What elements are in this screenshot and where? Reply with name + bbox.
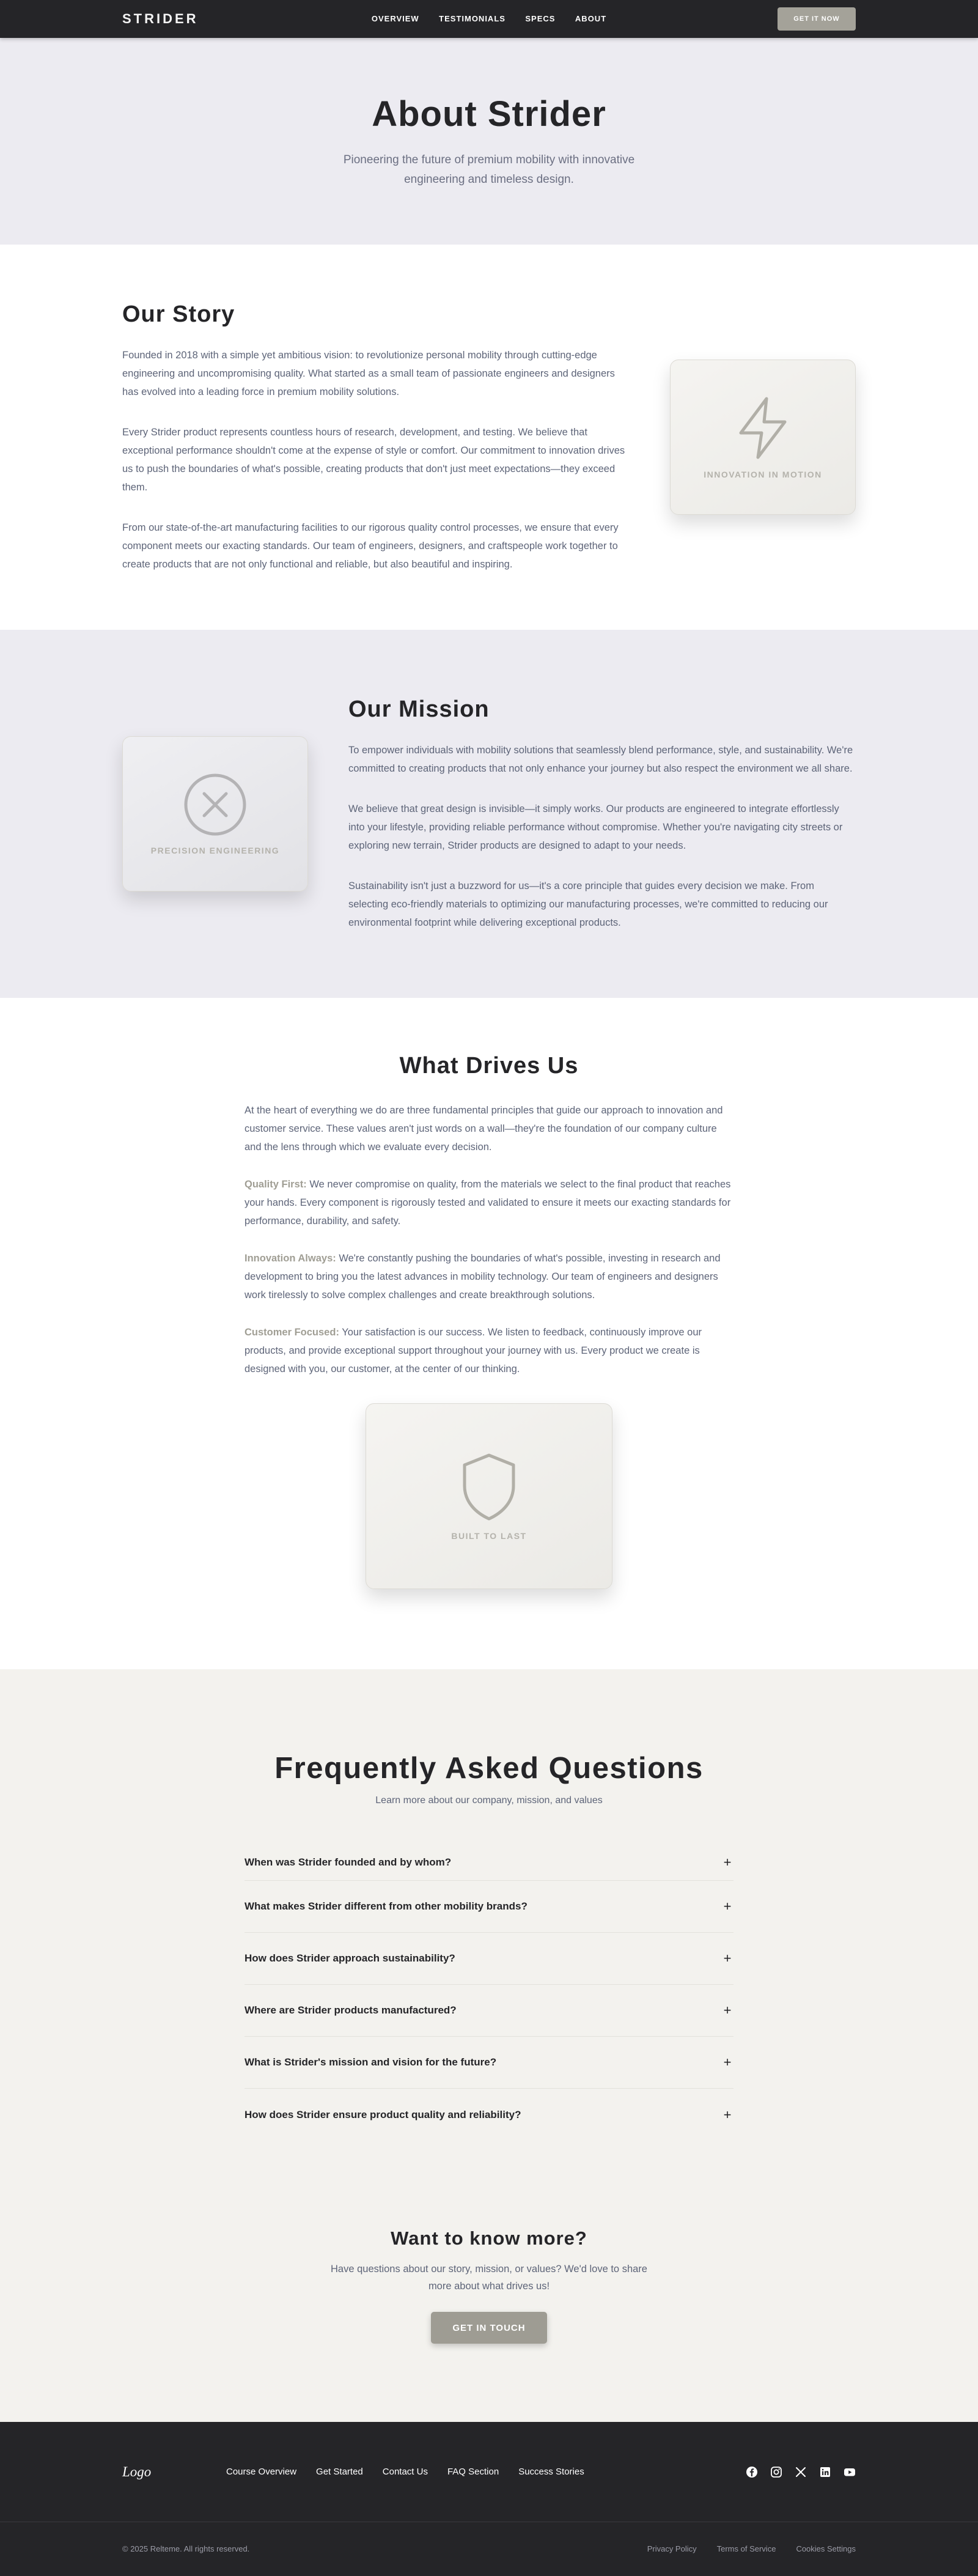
- faq-question: What is Strider's mission and vision for…: [244, 2056, 497, 2068]
- story-title: Our Story: [122, 301, 235, 327]
- footer-link-success-stories[interactable]: Success Stories: [518, 2467, 584, 2477]
- principle-customer: Customer Focused: Your satisfaction is o…: [244, 1323, 734, 1378]
- linkedin-icon[interactable]: [819, 2466, 831, 2478]
- nav-link-testimonials[interactable]: TESTIMONIALS: [439, 14, 506, 23]
- story-paragraph: Founded in 2018 with a simple yet ambiti…: [122, 349, 615, 397]
- faq-item[interactable]: What is Strider's mission and vision for…: [244, 2037, 734, 2089]
- footer-link-faq-section[interactable]: FAQ Section: [447, 2467, 499, 2477]
- faq-question: What makes Strider different from other …: [244, 1900, 528, 1912]
- footer-links: Course Overview Get Started Contact Us F…: [226, 2467, 584, 2477]
- copyright-text: © 2025 Relteme. All rights reserved.: [122, 2544, 250, 2553]
- faq-subtitle: Learn more about our company, mission, a…: [375, 1795, 603, 1806]
- contact-cta-block: Want to know more? Have questions about …: [324, 2227, 654, 2344]
- faq-item[interactable]: What makes Strider different from other …: [244, 1881, 734, 1933]
- faq-item[interactable]: How does Strider approach sustainability…: [244, 1933, 734, 1985]
- drives-body: At the heart of everything we do are thr…: [244, 1101, 734, 1397]
- faq-item[interactable]: Where are Strider products manufactured?…: [244, 1985, 734, 2037]
- x-icon[interactable]: [795, 2466, 807, 2478]
- drives-intro: At the heart of everything we do are thr…: [244, 1105, 723, 1153]
- cta-text: Have questions about our story, mission,…: [331, 2264, 647, 2292]
- drives-title: What Drives Us: [399, 1053, 579, 1079]
- story-text: Our Story Founded in 2018 with a simple …: [122, 301, 630, 574]
- cookies-settings-link[interactable]: Cookies Settings: [796, 2544, 856, 2553]
- mission-title: Our Mission: [348, 696, 490, 722]
- our-story-section: Our Story Founded in 2018 with a simple …: [0, 245, 978, 630]
- cta-title: Want to know more?: [391, 2227, 587, 2249]
- hero-section: About Strider Pioneering the future of p…: [0, 38, 978, 245]
- top-navbar: STRIDER OVERVIEW TESTIMONIALS SPECS ABOU…: [0, 0, 978, 38]
- terms-of-service-link[interactable]: Terms of Service: [717, 2544, 776, 2553]
- nav-link-overview[interactable]: OVERVIEW: [372, 14, 419, 23]
- mission-paragraph: To empower individuals with mobility sol…: [348, 744, 853, 774]
- footer-bottom: © 2025 Relteme. All rights reserved. Pri…: [0, 2522, 978, 2575]
- precision-card-label: PRECISION ENGINEERING: [150, 846, 280, 855]
- footer: Logo Course Overview Get Started Contact…: [0, 2422, 978, 2576]
- page-title: About Strider: [372, 94, 606, 134]
- expand-plus-icon[interactable]: +: [721, 2107, 734, 2123]
- what-drives-us-section: What Drives Us At the heart of everythin…: [0, 998, 978, 1669]
- principle-name: Customer Focused:: [244, 1327, 339, 1338]
- faq-item[interactable]: How does Strider ensure product quality …: [244, 2089, 734, 2141]
- footer-logo[interactable]: Logo: [122, 2464, 183, 2480]
- privacy-policy-link[interactable]: Privacy Policy: [647, 2544, 697, 2553]
- facebook-icon[interactable]: [746, 2466, 758, 2478]
- get-it-now-button[interactable]: GET IT NOW: [778, 7, 856, 31]
- get-in-touch-button[interactable]: GET IN TOUCH: [431, 2312, 547, 2344]
- expand-plus-icon[interactable]: +: [721, 2002, 734, 2018]
- instagram-icon[interactable]: [770, 2466, 782, 2478]
- faq-item[interactable]: When was Strider founded and by whom? +: [244, 1844, 734, 1881]
- faq-question: When was Strider founded and by whom?: [244, 1856, 452, 1868]
- shield-icon: [463, 1453, 515, 1521]
- built-to-last-card: BUILT TO LAST: [366, 1403, 612, 1589]
- lightning-icon: [739, 397, 787, 459]
- our-mission-section: PRECISION ENGINEERING Our Mission To emp…: [0, 630, 978, 998]
- principle-name: Quality First:: [244, 1179, 307, 1190]
- expand-plus-icon[interactable]: +: [721, 1950, 734, 1966]
- expand-plus-icon[interactable]: +: [721, 1899, 734, 1914]
- footer-link-contact-us[interactable]: Contact Us: [383, 2467, 428, 2477]
- principle-quality: Quality First: We never compromise on qu…: [244, 1175, 734, 1230]
- innovation-card-label: INNOVATION IN MOTION: [704, 470, 822, 479]
- nav-link-about[interactable]: ABOUT: [575, 14, 606, 23]
- footer-link-get-started[interactable]: Get Started: [316, 2467, 363, 2477]
- mission-paragraph: We believe that great design is invisibl…: [348, 803, 843, 851]
- circle-x-icon: [184, 773, 246, 836]
- principle-name: Innovation Always:: [244, 1253, 336, 1264]
- footer-top: Logo Course Overview Get Started Contact…: [0, 2422, 978, 2522]
- story-paragraph: Every Strider product represents countle…: [122, 426, 625, 493]
- mission-paragraph: Sustainability isn't just a buzzword for…: [348, 880, 828, 928]
- faq-question: Where are Strider products manufactured?: [244, 2004, 457, 2016]
- mission-text: Our Mission To empower individuals with …: [348, 696, 856, 932]
- faq-title: Frequently Asked Questions: [274, 1752, 704, 1785]
- principle-text: We never compromise on quality, from the…: [244, 1179, 731, 1227]
- nav-link-specs[interactable]: SPECS: [525, 14, 555, 23]
- built-to-last-card-label: BUILT TO LAST: [451, 1531, 527, 1541]
- principle-innovation: Innovation Always: We're constantly push…: [244, 1249, 734, 1304]
- faq-section: Frequently Asked Questions Learn more ab…: [0, 1669, 978, 2422]
- faq-question: How does Strider ensure product quality …: [244, 2108, 521, 2120]
- social-links: [746, 2466, 856, 2478]
- expand-plus-icon[interactable]: +: [721, 2054, 734, 2070]
- precision-card: PRECISION ENGINEERING: [122, 736, 308, 891]
- legal-links: Privacy Policy Terms of Service Cookies …: [647, 2544, 856, 2553]
- hero-subtitle: Pioneering the future of premium mobilit…: [343, 153, 635, 186]
- brand-logo[interactable]: STRIDER: [122, 11, 199, 27]
- footer-link-course-overview[interactable]: Course Overview: [226, 2467, 296, 2477]
- faq-question: How does Strider approach sustainability…: [244, 1952, 455, 1964]
- faq-list: When was Strider founded and by whom? + W…: [244, 1844, 734, 2141]
- story-paragraph: From our state-of-the-art manufacturing …: [122, 522, 619, 570]
- expand-plus-icon[interactable]: +: [721, 1854, 734, 1870]
- innovation-card: INNOVATION IN MOTION: [670, 360, 856, 515]
- youtube-icon[interactable]: [844, 2466, 856, 2478]
